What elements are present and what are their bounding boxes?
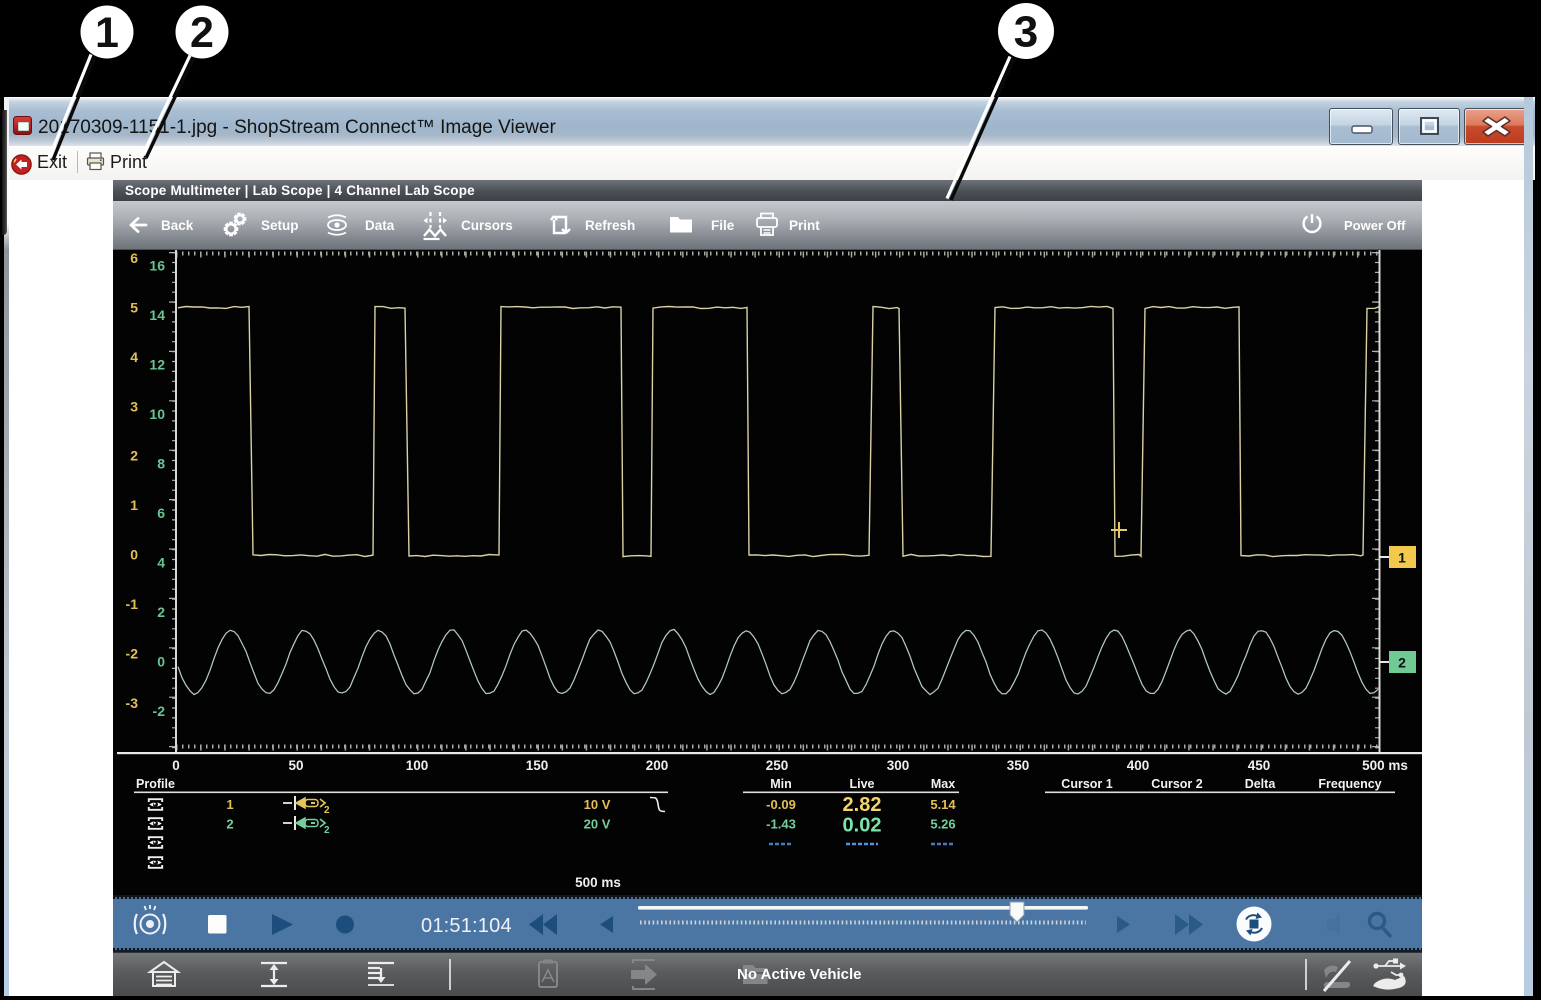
svg-text:1: 1: [95, 9, 119, 57]
svg-text:3: 3: [1014, 8, 1038, 57]
svg-text:2: 2: [190, 9, 214, 57]
